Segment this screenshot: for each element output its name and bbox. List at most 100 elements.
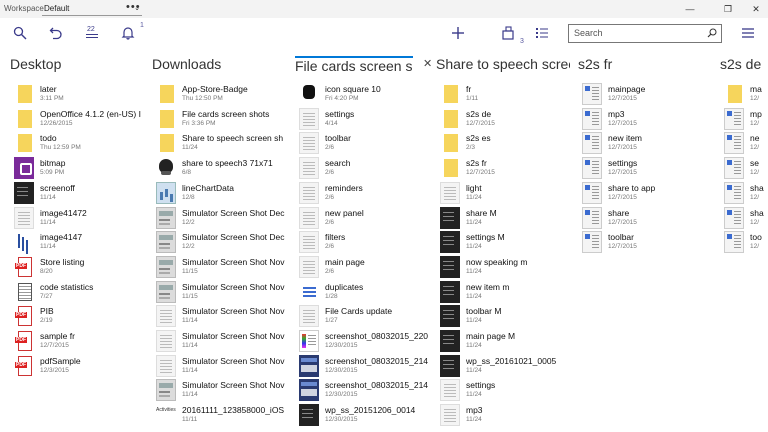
file-item[interactable]: main page 2/6 <box>295 256 435 280</box>
file-item[interactable]: duplicates 1/28 <box>295 281 435 305</box>
file-item[interactable]: Simulator Screen Shot Nov 11/14 <box>152 305 290 329</box>
file-item[interactable]: s2s es 2/3 <box>436 132 574 156</box>
file-item[interactable]: later 3:11 PM <box>10 83 148 107</box>
file-item[interactable]: ma 12/ <box>720 83 768 107</box>
file-name: Simulator Screen Shot Dec <box>182 208 285 218</box>
file-item[interactable]: toolbar M 11/24 <box>436 305 574 329</box>
file-item[interactable]: toolbar 2/6 <box>295 132 435 156</box>
file-item[interactable]: reminders 2/6 <box>295 182 435 206</box>
column-title[interactable]: Downloads <box>152 56 286 72</box>
search-icon[interactable] <box>707 28 717 40</box>
file-item[interactable]: code statistics 7/27 <box>10 281 148 305</box>
file-item[interactable]: s2s fr 12/7/2015 <box>436 157 574 181</box>
file-name: Store listing <box>40 257 85 267</box>
file-item[interactable]: image41472 11/14 <box>10 207 148 231</box>
file-item[interactable]: new panel 2/6 <box>295 207 435 231</box>
file-name: duplicates <box>325 282 364 292</box>
file-item[interactable]: settings M 11/24 <box>436 231 574 255</box>
file-item[interactable]: fr 1/11 <box>436 83 574 107</box>
file-item[interactable]: wp_ss_20161021_0005 11/24 <box>436 355 574 379</box>
file-item[interactable]: Simulator Screen Shot Nov 11/15 <box>152 256 290 280</box>
file-item[interactable]: mp3 11/24 <box>436 404 574 428</box>
page-thumbnail-icon <box>156 355 176 377</box>
column-title[interactable]: File cards screen shots <box>295 56 413 74</box>
file-item[interactable]: Simulator Screen Shot Nov 11/14 <box>152 355 290 379</box>
file-item[interactable]: screenshot_08032015_214 12/30/2015 <box>295 379 435 403</box>
file-item[interactable]: App-Store-Badge Thu 12:50 PM <box>152 83 290 107</box>
file-item[interactable]: OpenOffice 4.1.2 (en-US) I 12/26/2015 <box>10 108 148 132</box>
stack-count: 3 <box>520 38 524 45</box>
notifications-button[interactable] <box>118 24 138 42</box>
file-item[interactable]: new item m 11/24 <box>436 281 574 305</box>
file-item[interactable]: s2s de 12/7/2015 <box>436 108 574 132</box>
file-item[interactable]: sample fr12/7/2015 <box>10 330 148 354</box>
file-item[interactable]: share to app 12/7/2015 <box>578 182 716 206</box>
file-item[interactable]: pdfSample12/3/2015 <box>10 355 148 379</box>
minimize-button[interactable]: — <box>680 2 700 16</box>
file-item[interactable]: sha 12/ <box>720 182 768 206</box>
file-item[interactable]: mp3 12/7/2015 <box>578 108 716 132</box>
file-item[interactable]: lineChartData 12/8 <box>152 182 290 206</box>
file-item[interactable]: ne 12/ <box>720 132 768 156</box>
file-item[interactable]: settings 11/24 <box>436 379 574 403</box>
close-column-icon[interactable]: ✕ <box>423 57 432 70</box>
column-title[interactable]: s2s de <box>720 56 764 72</box>
column-title[interactable]: Share to speech screen sh <box>436 56 570 72</box>
file-item[interactable]: PIB2/19 <box>10 305 148 329</box>
file-item[interactable]: Share to speech screen sh 11/24 <box>152 132 290 156</box>
file-item[interactable]: new item 12/7/2015 <box>578 132 716 156</box>
file-item[interactable]: search 2/6 <box>295 157 435 181</box>
zoom-button[interactable] <box>10 24 30 42</box>
list-view-button[interactable] <box>532 24 552 42</box>
file-item[interactable]: Simulator Screen Shot Dec 12/2 <box>152 207 290 231</box>
file-item[interactable]: Simulator Screen Shot Nov 11/14 <box>152 379 290 403</box>
file-item[interactable]: light 11/24 <box>436 182 574 206</box>
file-item[interactable]: settings 12/7/2015 <box>578 157 716 181</box>
column-title[interactable]: Desktop <box>10 56 144 72</box>
file-date: 11/14 <box>182 391 198 398</box>
stack-button[interactable] <box>498 24 518 42</box>
file-item[interactable]: share to speech3 71x71 6/8 <box>152 157 290 181</box>
column-title[interactable]: s2s fr <box>578 56 712 72</box>
file-item[interactable]: now speaking m 11/24 <box>436 256 574 280</box>
file-item[interactable]: Store listing8/20 <box>10 256 148 280</box>
file-item[interactable]: share M 11/24 <box>436 207 574 231</box>
file-item[interactable]: screenshot_08032015_214 12/30/2015 <box>295 355 435 379</box>
file-name: sample fr <box>40 331 75 341</box>
file-item[interactable]: File Cards update 1/27 <box>295 305 435 329</box>
file-item[interactable]: bitmap 5:09 PM <box>10 157 148 181</box>
file-item[interactable]: sha 12/ <box>720 207 768 231</box>
file-item[interactable]: settings 4/14 <box>295 108 435 132</box>
file-item[interactable]: todo Thu 12:59 PM <box>10 132 148 156</box>
file-item[interactable]: mp 12/ <box>720 108 768 132</box>
file-item[interactable]: mainpage 12/7/2015 <box>578 83 716 107</box>
file-item[interactable]: File cards screen shots Fri 3:36 PM <box>152 108 290 132</box>
file-item[interactable]: main page M 11/24 <box>436 330 574 354</box>
sort-button[interactable]: 22 <box>82 24 102 42</box>
file-item[interactable]: Simulator Screen Shot Nov 11/15 <box>152 281 290 305</box>
bell-icon <box>121 27 135 40</box>
file-item[interactable]: image4147 11/14 <box>10 231 148 255</box>
file-item[interactable]: Simulator Screen Shot Dec 12/2 <box>152 231 290 255</box>
page-thumbnail-icon <box>299 108 319 130</box>
file-name: toolbar <box>325 133 351 143</box>
add-button[interactable] <box>448 24 468 42</box>
file-item[interactable]: too 12/ <box>720 231 768 255</box>
file-item[interactable]: screenshot_08032015_220 12/30/2015 <box>295 330 435 354</box>
close-window-button[interactable]: ✕ <box>746 2 766 16</box>
file-item[interactable]: Simulator Screen Shot Nov 11/14 <box>152 330 290 354</box>
undo-button[interactable] <box>46 24 66 42</box>
file-item[interactable]: share 12/7/2015 <box>578 207 716 231</box>
file-item[interactable]: se 12/ <box>720 157 768 181</box>
file-item[interactable]: wp_ss_20151206_0014 12/30/2015 <box>295 404 435 428</box>
file-item[interactable]: Activities 20161111_123858000_iOS 11/11 <box>152 404 290 428</box>
file-date: 11/24 <box>466 367 482 374</box>
file-item[interactable]: toolbar 12/7/2015 <box>578 231 716 255</box>
search-input[interactable]: Search <box>568 24 722 43</box>
file-item[interactable]: screenoff 11/14 <box>10 182 148 206</box>
file-item[interactable]: filters 2/6 <box>295 231 435 255</box>
file-item[interactable]: icon square 10 Fri 4:20 PM <box>295 83 435 107</box>
menu-button[interactable] <box>738 24 758 42</box>
maximize-button[interactable]: ❐ <box>718 2 738 16</box>
more-options-button[interactable]: ••• <box>126 1 141 13</box>
